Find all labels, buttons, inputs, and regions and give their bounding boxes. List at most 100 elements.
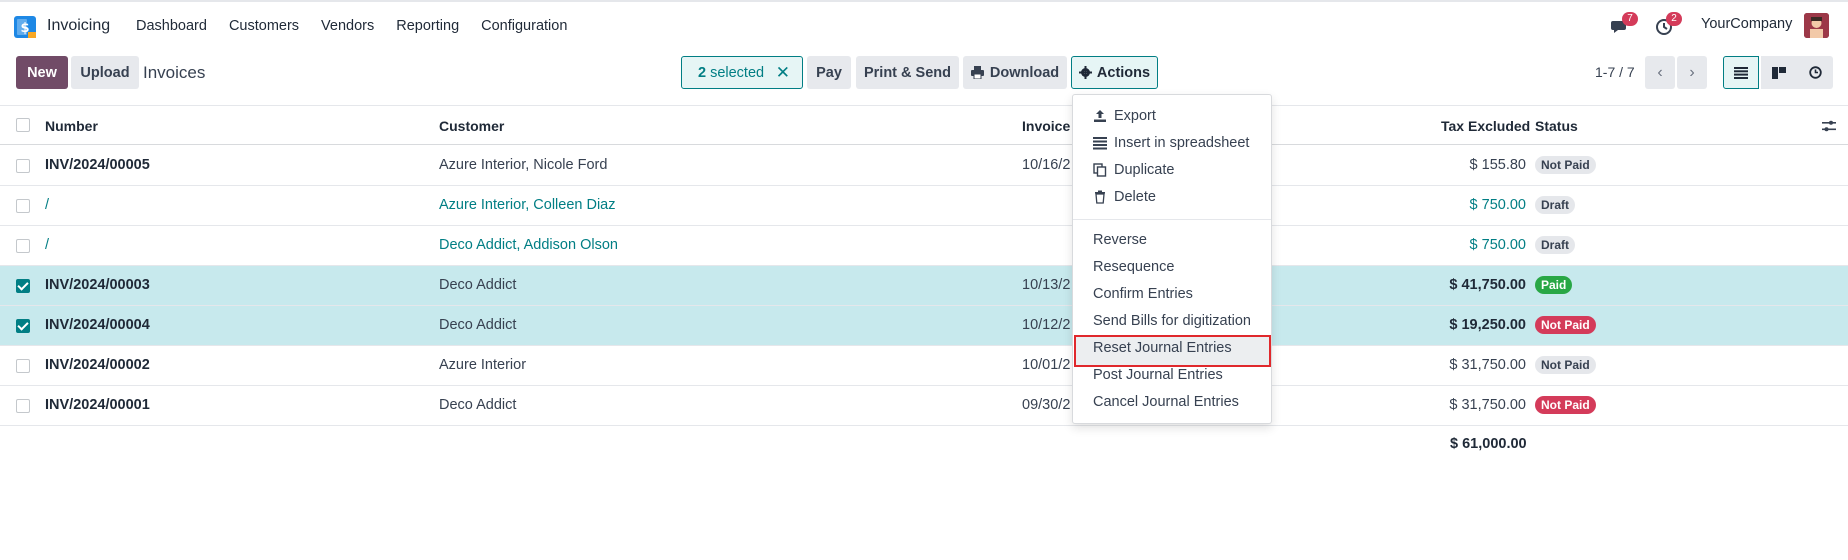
tax-excluded-amount: $ 31,750.00 — [1449, 397, 1526, 413]
row-checkbox[interactable] — [16, 319, 30, 333]
column-tax-excluded[interactable]: Tax Excluded — [1441, 118, 1530, 134]
pay-button[interactable]: Pay — [807, 56, 851, 89]
table-row[interactable]: INV/2024/00005 Azure Interior, Nicole For… — [0, 146, 1848, 186]
action-post-journal-entries[interactable]: Post Journal Entries — [1093, 367, 1223, 383]
menu-customers[interactable]: Customers — [229, 18, 299, 34]
menu-dashboard[interactable]: Dashboard — [136, 18, 207, 34]
customer-name[interactable]: Deco Addict — [439, 397, 516, 413]
invoice-date: 10/01/2 — [1022, 357, 1071, 373]
customer-name[interactable]: Azure Interior — [439, 357, 526, 373]
column-status[interactable]: Status — [1535, 118, 1578, 134]
invoice-number[interactable]: INV/2024/00004 — [45, 317, 150, 333]
clear-selection-icon[interactable]: ✕ — [776, 63, 790, 83]
selected-label: selected — [710, 64, 765, 81]
customer-name[interactable]: Deco Addict, Addison Olson — [439, 237, 618, 253]
invoice-date: 10/12/2 — [1022, 317, 1071, 333]
column-invoice-date[interactable]: Invoice — [1022, 118, 1070, 134]
status-badge: Paid — [1535, 276, 1573, 294]
status-badge: Draft — [1535, 196, 1576, 214]
list-view-button[interactable] — [1723, 56, 1759, 89]
status-badge: Not Paid — [1535, 156, 1596, 174]
customer-name[interactable]: Azure Interior, Colleen Diaz — [439, 197, 616, 213]
list-icon — [1734, 66, 1748, 79]
pager-value[interactable]: 1-7 / 7 — [1595, 64, 1635, 80]
selected-count: 2 — [698, 64, 707, 81]
action-export[interactable]: Export — [1093, 108, 1156, 124]
row-checkbox[interactable] — [16, 359, 30, 373]
download-button[interactable]: Download — [963, 56, 1067, 89]
optional-columns-icon[interactable] — [1822, 119, 1836, 133]
menu-vendors[interactable]: Vendors — [321, 18, 374, 34]
action-cancel-journal-entries[interactable]: Cancel Journal Entries — [1093, 394, 1239, 410]
user-avatar[interactable] — [1804, 13, 1829, 38]
upload-button[interactable]: Upload — [71, 56, 139, 89]
row-checkbox[interactable] — [16, 159, 30, 173]
tax-excluded-amount: $ 750.00 — [1469, 197, 1526, 213]
invoice-date: 09/30/2 — [1022, 397, 1071, 413]
action-send-bills-digitization[interactable]: Send Bills for digitization — [1093, 313, 1251, 329]
customer-name[interactable]: Deco Addict — [439, 277, 516, 293]
customer-name[interactable]: Deco Addict — [439, 317, 516, 333]
invoice-date: 10/13/2 — [1022, 277, 1071, 293]
tax-excluded-amount: $ 750.00 — [1469, 237, 1526, 253]
table-row[interactable]: INV/2024/00004 Deco Addict 10/12/2 $ 19,250… — [0, 306, 1848, 346]
action-confirm-entries[interactable]: Confirm Entries — [1093, 286, 1193, 302]
pager-previous-button[interactable]: ‹ — [1645, 56, 1675, 89]
row-checkbox[interactable] — [16, 239, 30, 253]
invoice-number[interactable]: / — [45, 237, 49, 253]
activities-button[interactable]: 2 — [1655, 12, 1682, 38]
messages-button[interactable]: 7 — [1611, 12, 1638, 38]
chevron-left-icon: ‹ — [1657, 63, 1663, 81]
download-label: Download — [989, 64, 1060, 81]
actions-label: Actions — [1096, 64, 1151, 81]
invoice-number[interactable]: INV/2024/00003 — [45, 277, 150, 293]
row-checkbox[interactable] — [16, 279, 30, 293]
messages-badge: 7 — [1622, 12, 1638, 26]
invoice-number[interactable]: INV/2024/00001 — [45, 397, 150, 413]
activities-badge: 2 — [1666, 12, 1682, 26]
status-badge: Not Paid — [1535, 396, 1596, 414]
app-name[interactable]: Invoicing — [47, 17, 110, 35]
invoicing-app-icon[interactable]: $ — [14, 16, 36, 38]
new-button[interactable]: New — [16, 56, 68, 89]
action-duplicate[interactable]: Duplicate — [1093, 162, 1174, 178]
action-reverse[interactable]: Reverse — [1093, 232, 1147, 248]
column-customer[interactable]: Customer — [439, 118, 504, 134]
table-row[interactable]: INV/2024/00003 Deco Addict 10/13/2 $ 41,750… — [0, 266, 1848, 306]
action-insert-spreadsheet[interactable]: Insert in spreadsheet — [1093, 135, 1249, 151]
table-row[interactable]: / Azure Interior, Colleen Diaz $ 750.00 Dra… — [0, 186, 1848, 226]
action-delete-label: Delete — [1114, 189, 1156, 205]
invoice-number[interactable]: INV/2024/00002 — [45, 357, 150, 373]
table-row[interactable]: INV/2024/00002 Azure Interior 10/01/2 $ 31,… — [0, 346, 1848, 386]
customer-name[interactable]: Azure Interior, Nicole Ford — [439, 157, 607, 173]
actions-button[interactable]: Actions — [1071, 56, 1158, 89]
top-navbar: $ Invoicing Dashboard Customers Vendors … — [0, 0, 1848, 50]
pager-next-button[interactable]: › — [1677, 56, 1707, 89]
select-all-checkbox[interactable] — [16, 118, 30, 132]
column-number[interactable]: Number — [45, 118, 98, 134]
action-reset-journal-entries[interactable]: Reset Journal Entries — [1093, 340, 1232, 356]
action-resequence[interactable]: Resequence — [1093, 259, 1174, 275]
activity-view-button[interactable] — [1797, 56, 1833, 89]
menu-configuration[interactable]: Configuration — [481, 18, 567, 34]
invoice-date: 10/16/2 — [1022, 157, 1071, 173]
table-row[interactable]: / Deco Addict, Addison Olson $ 750.00 Draft — [0, 226, 1848, 266]
invoice-number[interactable]: INV/2024/00005 — [45, 157, 150, 173]
tax-excluded-amount: $ 31,750.00 — [1449, 357, 1526, 373]
gear-icon — [1078, 66, 1092, 79]
status-badge: Not Paid — [1535, 316, 1596, 334]
tax-excluded-amount: $ 155.80 — [1469, 157, 1526, 173]
kanban-icon — [1772, 66, 1786, 79]
print-send-button[interactable]: Print & Send — [856, 56, 959, 89]
invoice-number[interactable]: / — [45, 197, 49, 213]
kanban-view-button[interactable] — [1761, 56, 1797, 89]
row-checkbox[interactable] — [16, 399, 30, 413]
action-delete[interactable]: Delete — [1093, 189, 1156, 205]
menu-reporting[interactable]: Reporting — [396, 18, 459, 34]
company-switcher[interactable]: YourCompany — [1701, 16, 1792, 32]
status-badge: Not Paid — [1535, 356, 1596, 374]
chevron-right-icon: › — [1689, 63, 1695, 81]
upload-icon — [1094, 110, 1106, 122]
row-checkbox[interactable] — [16, 199, 30, 213]
table-row[interactable]: INV/2024/00001 Deco Addict 09/30/2 $ 31,750… — [0, 386, 1848, 426]
